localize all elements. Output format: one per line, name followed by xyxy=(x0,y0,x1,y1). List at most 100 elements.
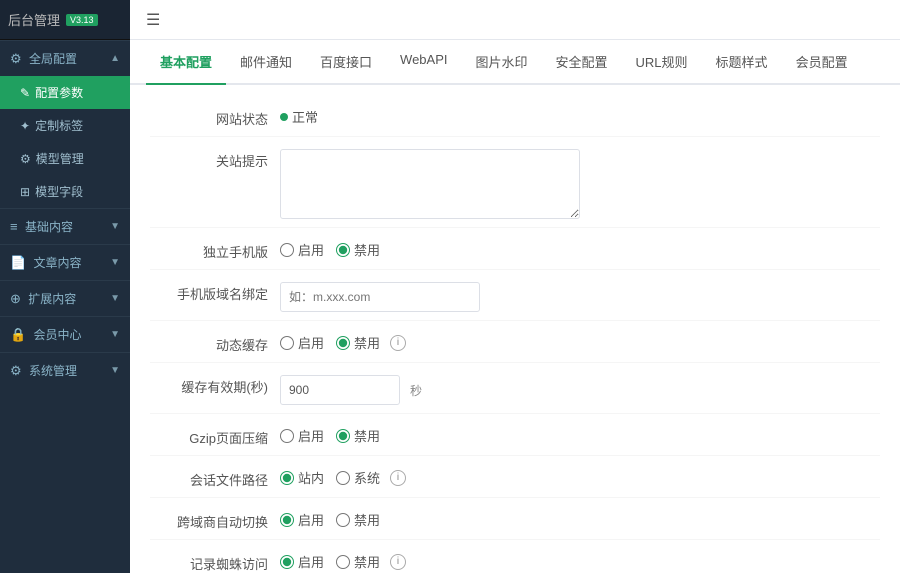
radio-record-disable[interactable]: 禁用 xyxy=(336,552,380,571)
radio-mobile-enable-label: 启用 xyxy=(298,240,324,259)
xitong-arrow: ▼ xyxy=(110,365,120,376)
huiyuan-arrow: ▼ xyxy=(110,329,120,340)
field-gzip: Gzip页面压缩 启用 禁用 xyxy=(150,414,880,456)
section-huiyuan-label: 会员中心 xyxy=(34,328,82,342)
radio-mobile-enable-input[interactable] xyxy=(280,243,294,257)
tab-watermark[interactable]: 图片水印 xyxy=(462,40,542,85)
sidebar-item-config-params[interactable]: ✎ 配置参数 xyxy=(0,76,130,109)
upload-path-radio-group: 站内 系统 xyxy=(280,468,380,487)
status-dot xyxy=(280,113,288,121)
radio-dcache-enable[interactable]: 启用 xyxy=(280,333,324,352)
label-cross-domain: 跨域商自动切换 xyxy=(150,506,280,531)
control-cache-expire: 秒 xyxy=(280,371,880,405)
jichu-icon: ≡ xyxy=(10,219,18,234)
radio-mobile-enable[interactable]: 启用 xyxy=(280,240,324,259)
mobile-domain-input[interactable] xyxy=(280,282,480,312)
radio-dcache-disable[interactable]: 禁用 xyxy=(336,333,380,352)
section-quanju-header[interactable]: ⚙ 全局配置 ▲ xyxy=(0,41,130,76)
model-manage-label: 模型管理 xyxy=(36,150,84,167)
radio-gzip-enable-input[interactable] xyxy=(280,429,294,443)
topbar: ☰ xyxy=(130,0,900,40)
radio-path-system-input[interactable] xyxy=(336,471,350,485)
radio-record-enable[interactable]: 启用 xyxy=(280,552,324,571)
status-tag: 正常 xyxy=(280,107,318,126)
record-access-info-icon[interactable]: i xyxy=(390,554,406,570)
dynamic-cache-info-icon[interactable]: i xyxy=(390,335,406,351)
section-jichu-header[interactable]: ≡ 基础内容 ▼ xyxy=(0,209,130,244)
section-quanju-label: 全局配置 xyxy=(29,52,77,66)
label-upload-path: 会话文件路径 xyxy=(150,464,280,489)
kuozhan-arrow: ▼ xyxy=(110,293,120,304)
section-kuozhan-header[interactable]: ⊕ 扩展内容 ▼ xyxy=(0,281,130,316)
radio-record-enable-input[interactable] xyxy=(280,555,294,569)
radio-record-disable-input[interactable] xyxy=(336,555,350,569)
tab-notify[interactable]: 邮件通知 xyxy=(226,40,306,85)
hamburger-button[interactable]: ☰ xyxy=(146,10,160,30)
radio-dcache-disable-input[interactable] xyxy=(336,336,350,350)
custom-tag-label: 定制标签 xyxy=(35,117,83,134)
config-params-icon: ✎ xyxy=(20,86,30,100)
wenzhang-arrow: ▼ xyxy=(110,257,120,268)
label-dynamic-cache: 动态缓存 xyxy=(150,329,280,354)
radio-cross-enable-input[interactable] xyxy=(280,513,294,527)
field-mobile-version: 独立手机版 启用 禁用 xyxy=(150,228,880,270)
tab-member-config[interactable]: 会员配置 xyxy=(782,40,862,85)
radio-record-enable-label: 启用 xyxy=(298,552,324,571)
tab-tag-style[interactable]: 标题样式 xyxy=(702,40,782,85)
label-close-tip: 关站提示 xyxy=(150,145,280,170)
control-record-access: 启用 禁用 i xyxy=(280,548,880,571)
sidebar-item-model-manage[interactable]: ⚙ 模型管理 xyxy=(0,142,130,175)
tab-basic[interactable]: 基本配置 xyxy=(146,40,226,85)
custom-tag-icon: ✦ xyxy=(20,119,30,133)
control-gzip: 启用 禁用 xyxy=(280,422,880,445)
section-huiyuan-header[interactable]: 🔒 会员中心 ▼ xyxy=(0,317,130,352)
upload-path-info-icon[interactable]: i xyxy=(390,470,406,486)
huiyuan-icon: 🔒 xyxy=(10,327,26,342)
section-xitong-header[interactable]: ⚙ 系统管理 ▼ xyxy=(0,353,130,388)
control-mobile-domain xyxy=(280,278,880,312)
sidebar-item-model-field[interactable]: ⊞ 模型字段 xyxy=(0,175,130,208)
radio-mobile-disable-input[interactable] xyxy=(336,243,350,257)
radio-dcache-enable-input[interactable] xyxy=(280,336,294,350)
cache-expire-input[interactable] xyxy=(280,375,400,405)
section-wenzhang-label: 文章内容 xyxy=(34,256,82,270)
radio-path-inner-input[interactable] xyxy=(280,471,294,485)
xitong-icon: ⚙ xyxy=(10,363,22,378)
radio-path-system[interactable]: 系统 xyxy=(336,468,380,487)
radio-gzip-disable-label: 禁用 xyxy=(354,426,380,445)
radio-path-inner[interactable]: 站内 xyxy=(280,468,324,487)
radio-mobile-disable[interactable]: 禁用 xyxy=(336,240,380,259)
jichu-arrow: ▼ xyxy=(110,221,120,232)
radio-gzip-enable-label: 启用 xyxy=(298,426,324,445)
radio-cross-disable-label: 禁用 xyxy=(354,510,380,529)
field-website-status: 网站状态 正常 xyxy=(150,95,880,137)
radio-gzip-enable[interactable]: 启用 xyxy=(280,426,324,445)
tab-url[interactable]: URL规则 xyxy=(622,40,702,85)
wenzhang-icon: 📄 xyxy=(10,255,26,270)
label-record-access: 记录蜘蛛访问 xyxy=(150,548,280,573)
control-cross-domain: 启用 禁用 xyxy=(280,506,880,529)
quanju-arrow: ▲ xyxy=(110,53,120,64)
sidebar-item-custom-tag[interactable]: ✦ 定制标签 xyxy=(0,109,130,142)
tab-webapi[interactable]: WebAPI xyxy=(386,40,461,85)
model-manage-icon: ⚙ xyxy=(20,152,31,166)
field-record-access: 记录蜘蛛访问 启用 禁用 i xyxy=(150,540,880,573)
radio-dcache-enable-label: 启用 xyxy=(298,333,324,352)
radio-path-inner-label: 站内 xyxy=(298,468,324,487)
tab-baidu[interactable]: 百度接口 xyxy=(306,40,386,85)
close-tip-textarea[interactable] xyxy=(280,149,580,219)
section-xitong: ⚙ 系统管理 ▼ xyxy=(0,352,130,388)
model-field-icon: ⊞ xyxy=(20,185,30,199)
radio-gzip-disable[interactable]: 禁用 xyxy=(336,426,380,445)
radio-cross-disable-input[interactable] xyxy=(336,513,350,527)
field-dynamic-cache: 动态缓存 启用 禁用 i xyxy=(150,321,880,363)
radio-cross-disable[interactable]: 禁用 xyxy=(336,510,380,529)
label-cache-expire: 缓存有效期(秒) xyxy=(150,371,280,396)
section-wenzhang-header[interactable]: 📄 文章内容 ▼ xyxy=(0,245,130,280)
field-mobile-domain: 手机版域名绑定 xyxy=(150,270,880,321)
tab-security[interactable]: 安全配置 xyxy=(542,40,622,85)
radio-cross-enable[interactable]: 启用 xyxy=(280,510,324,529)
radio-gzip-disable-input[interactable] xyxy=(336,429,350,443)
config-params-label: 配置参数 xyxy=(35,84,83,101)
section-kuozhan-label: 扩展内容 xyxy=(28,292,76,306)
